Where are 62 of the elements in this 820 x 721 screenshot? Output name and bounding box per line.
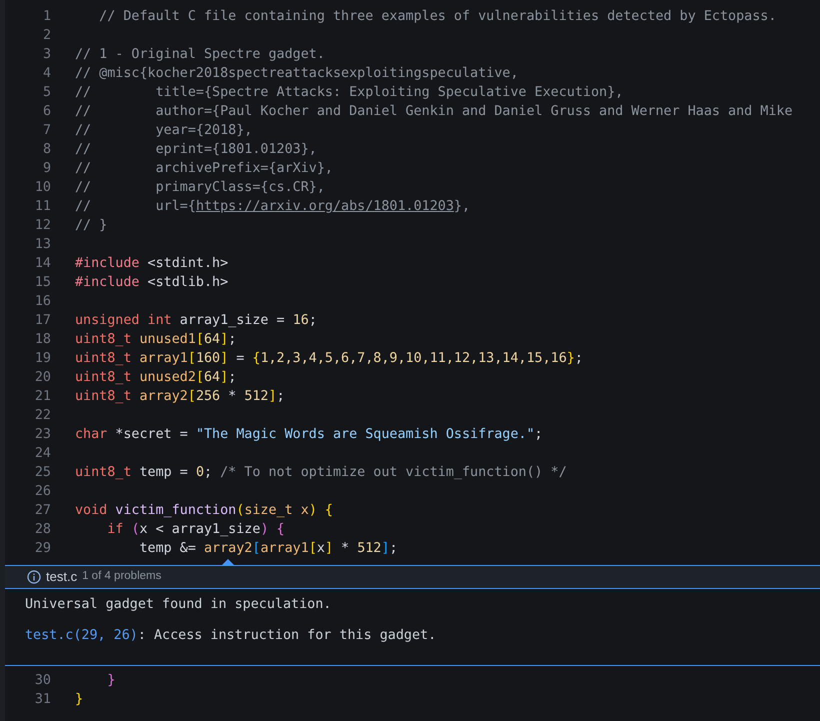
code-line: char *secret = "The Magic Words are Squeamish Ossifrage."; [75, 426, 543, 444]
line-number: 25 [34, 464, 51, 482]
line-number: 31 [34, 691, 51, 709]
code-line: temp &= array2[array1[x] * 512]; [138, 540, 398, 558]
line-number: 7 [42, 122, 51, 140]
code-line: // url={https://arxiv.org/abs/1801.01203}, [75, 198, 470, 216]
code-line: unsigned int array1_size = 16; [75, 312, 317, 330]
line-number: 3 [42, 46, 51, 64]
line-number: 6 [42, 103, 51, 121]
line-number: 22 [34, 407, 51, 425]
line-number: 14 [34, 255, 51, 273]
line-number: 2 [42, 27, 51, 45]
code-line: // year={2018}, [75, 122, 252, 140]
code-line: uint8_t temp = 0; /* To not optimize out victim_function() */ [75, 464, 567, 482]
line-number: 16 [34, 293, 51, 311]
code-line: // eprint={1801.01203}, [75, 141, 317, 159]
code-line: #include <stdint.h> [75, 255, 228, 273]
line-number: 10 [34, 179, 51, 197]
line-number: 11 [34, 198, 51, 216]
code-line: uint8_t unused2[64]; [75, 369, 236, 387]
line-number: 21 [34, 388, 51, 406]
problem-message: Universal gadget found in speculation. [25, 596, 332, 614]
code-line: } [75, 691, 84, 709]
code-line: // title={Spectre Attacks: Exploiting Speculative Execution}, [75, 84, 624, 102]
code-line: uint8_t array2[256 * 512]; [75, 388, 285, 406]
code-line: // @misc{kocher2018spectreattacksexploitingspeculative, [75, 65, 518, 83]
line-number: 19 [34, 350, 51, 368]
line-number: 24 [34, 445, 51, 463]
info-icon [27, 570, 41, 584]
code-line: // 1 - Original Spectre gadget. [75, 46, 325, 64]
code-line: uint8_t unused1[64]; [75, 331, 236, 349]
line-number: 20 [34, 369, 51, 387]
code-line: } [106, 672, 116, 690]
code-line: void victim_function(size_t x) { [75, 502, 333, 520]
code-line: // primaryClass={cs.CR}, [75, 179, 325, 197]
code-line: uint8_t array1[160] = {1,2,3,4,5,6,7,8,9,10,11,12,13,14,15,16}; [75, 350, 583, 368]
code-line: if (x < array1_size) { [106, 521, 285, 539]
line-number: 23 [34, 426, 51, 444]
problem-detail: : Access instruction for this gadget. [138, 627, 436, 645]
line-number: 8 [42, 141, 51, 159]
line-number: 18 [34, 331, 51, 349]
peek-file-name: test.c [46, 568, 78, 586]
line-number: 27 [34, 502, 51, 520]
code-line: #include <stdlib.h> [75, 274, 228, 292]
line-number: 30 [34, 672, 51, 690]
line-number: 4 [42, 65, 51, 83]
line-number: 13 [34, 236, 51, 254]
location-link[interactable]: test.c(29, 26) [25, 626, 138, 645]
line-number: 1 [42, 8, 51, 26]
line-number: 26 [34, 483, 51, 501]
line-number: 17 [34, 312, 51, 330]
code-line: // archivePrefix={arXiv}, [75, 160, 333, 178]
line-number: 12 [34, 217, 51, 235]
line-number: 5 [42, 84, 51, 102]
code-line: // author={Paul Kocher and Daniel Genkin and Daniel Gruss and Werner Haas and Mike [75, 103, 793, 121]
line-number: 28 [34, 521, 51, 539]
line-number: 9 [42, 160, 51, 178]
line-number: 15 [34, 274, 51, 292]
code-line: // } [75, 217, 108, 235]
code-line: // Default C file containing three examples of vulnerabilities detected by Ectopass. [98, 8, 776, 26]
problem-count: 1 of 4 problems [82, 569, 162, 584]
line-number: 29 [34, 540, 51, 558]
